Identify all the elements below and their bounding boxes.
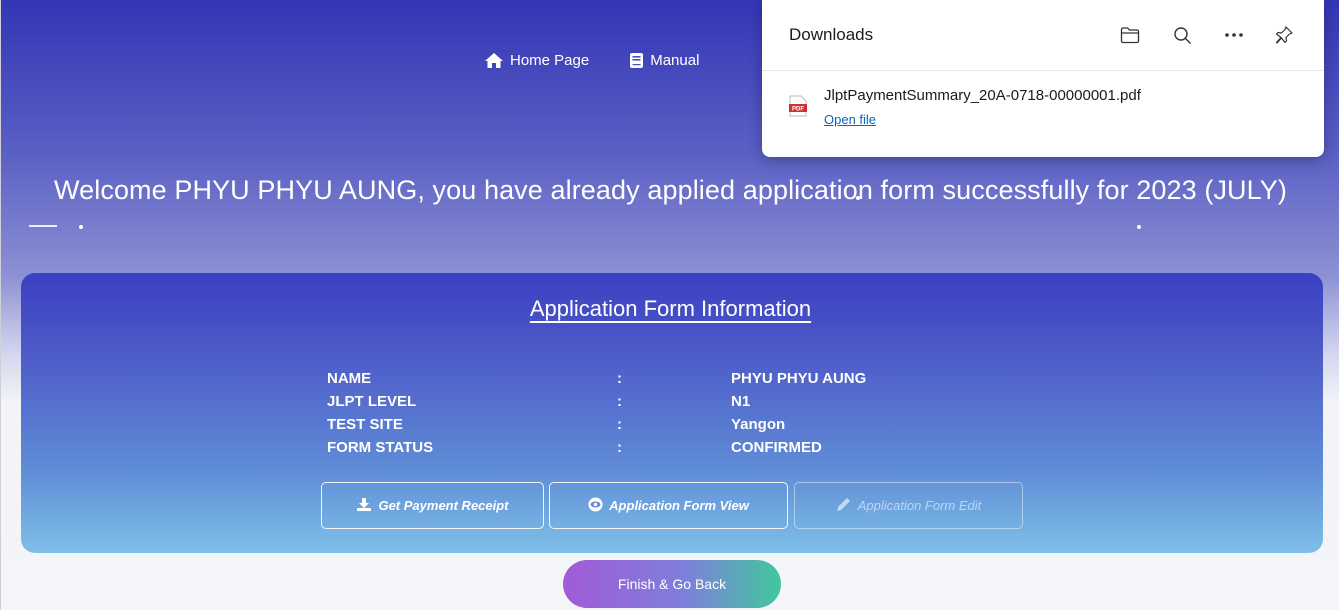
application-form-edit-label: Application Form Edit <box>857 498 982 513</box>
nav-home-label: Home Page <box>510 52 590 69</box>
decorative-dot <box>79 225 83 229</box>
pencil-icon <box>836 497 852 515</box>
pdf-badge-text: PDF <box>792 107 804 113</box>
info-value: CONFIRMED <box>731 439 822 456</box>
info-value: Yangon <box>731 416 786 433</box>
info-value: N1 <box>731 393 751 410</box>
info-label: JLPT LEVEL <box>327 393 417 410</box>
more-icon[interactable] <box>1223 24 1245 46</box>
info-label: NAME <box>327 370 372 387</box>
info-label: TEST SITE <box>327 416 403 433</box>
downloads-header: Downloads <box>762 0 1324 71</box>
application-form-view-button[interactable]: Application Form View <box>549 482 788 529</box>
info-colon: : <box>617 439 622 456</box>
info-value: PHYU PHYU AUNG <box>731 370 867 387</box>
folder-icon[interactable] <box>1119 24 1141 46</box>
download-file-name: JlptPaymentSummary_20A-0718-00000001.pdf <box>824 87 1141 104</box>
decorative-dot <box>1137 225 1141 229</box>
eye-icon <box>588 497 603 515</box>
top-nav: Home Page Manual <box>484 52 699 69</box>
welcome-message: Welcome PHYU PHYU AUNG, you have already… <box>54 175 1287 205</box>
decorative-dash <box>29 225 57 227</box>
info-colon: : <box>617 393 622 410</box>
downloads-title: Downloads <box>789 25 874 44</box>
get-payment-receipt-label: Get Payment Receipt <box>378 498 509 513</box>
nav-manual-link[interactable]: Manual <box>629 52 699 69</box>
finish-go-back-button[interactable]: Finish & Go Back <box>563 560 781 608</box>
info-colon: : <box>617 370 622 387</box>
card-title: Application Form Information <box>1 296 1339 322</box>
nav-home-link[interactable]: Home Page <box>484 52 589 69</box>
application-form-edit-button[interactable]: Application Form Edit <box>794 482 1023 529</box>
nav-manual-label: Manual <box>650 52 700 69</box>
info-label: FORM STATUS <box>327 439 434 456</box>
home-icon <box>484 52 504 69</box>
pdf-file-icon: PDF <box>789 95 807 117</box>
application-form-view-label: Application Form View <box>609 498 749 513</box>
card-title-text: Application Form Information <box>529 296 812 321</box>
manual-icon <box>629 52 644 69</box>
downloads-panel: Downloads PDF JlptPaymentSummary_20A-071… <box>762 0 1324 157</box>
info-colon: : <box>617 416 622 433</box>
download-icon <box>356 497 372 515</box>
pin-icon[interactable] <box>1273 24 1295 46</box>
get-payment-receipt-button[interactable]: Get Payment Receipt <box>321 482 544 529</box>
app-frame: Home Page Manual Welcome PHYU PHYU AUNG,… <box>0 0 1339 610</box>
search-icon[interactable] <box>1171 24 1193 46</box>
open-file-link[interactable]: Open file <box>824 112 876 127</box>
decorative-dot <box>856 196 860 200</box>
